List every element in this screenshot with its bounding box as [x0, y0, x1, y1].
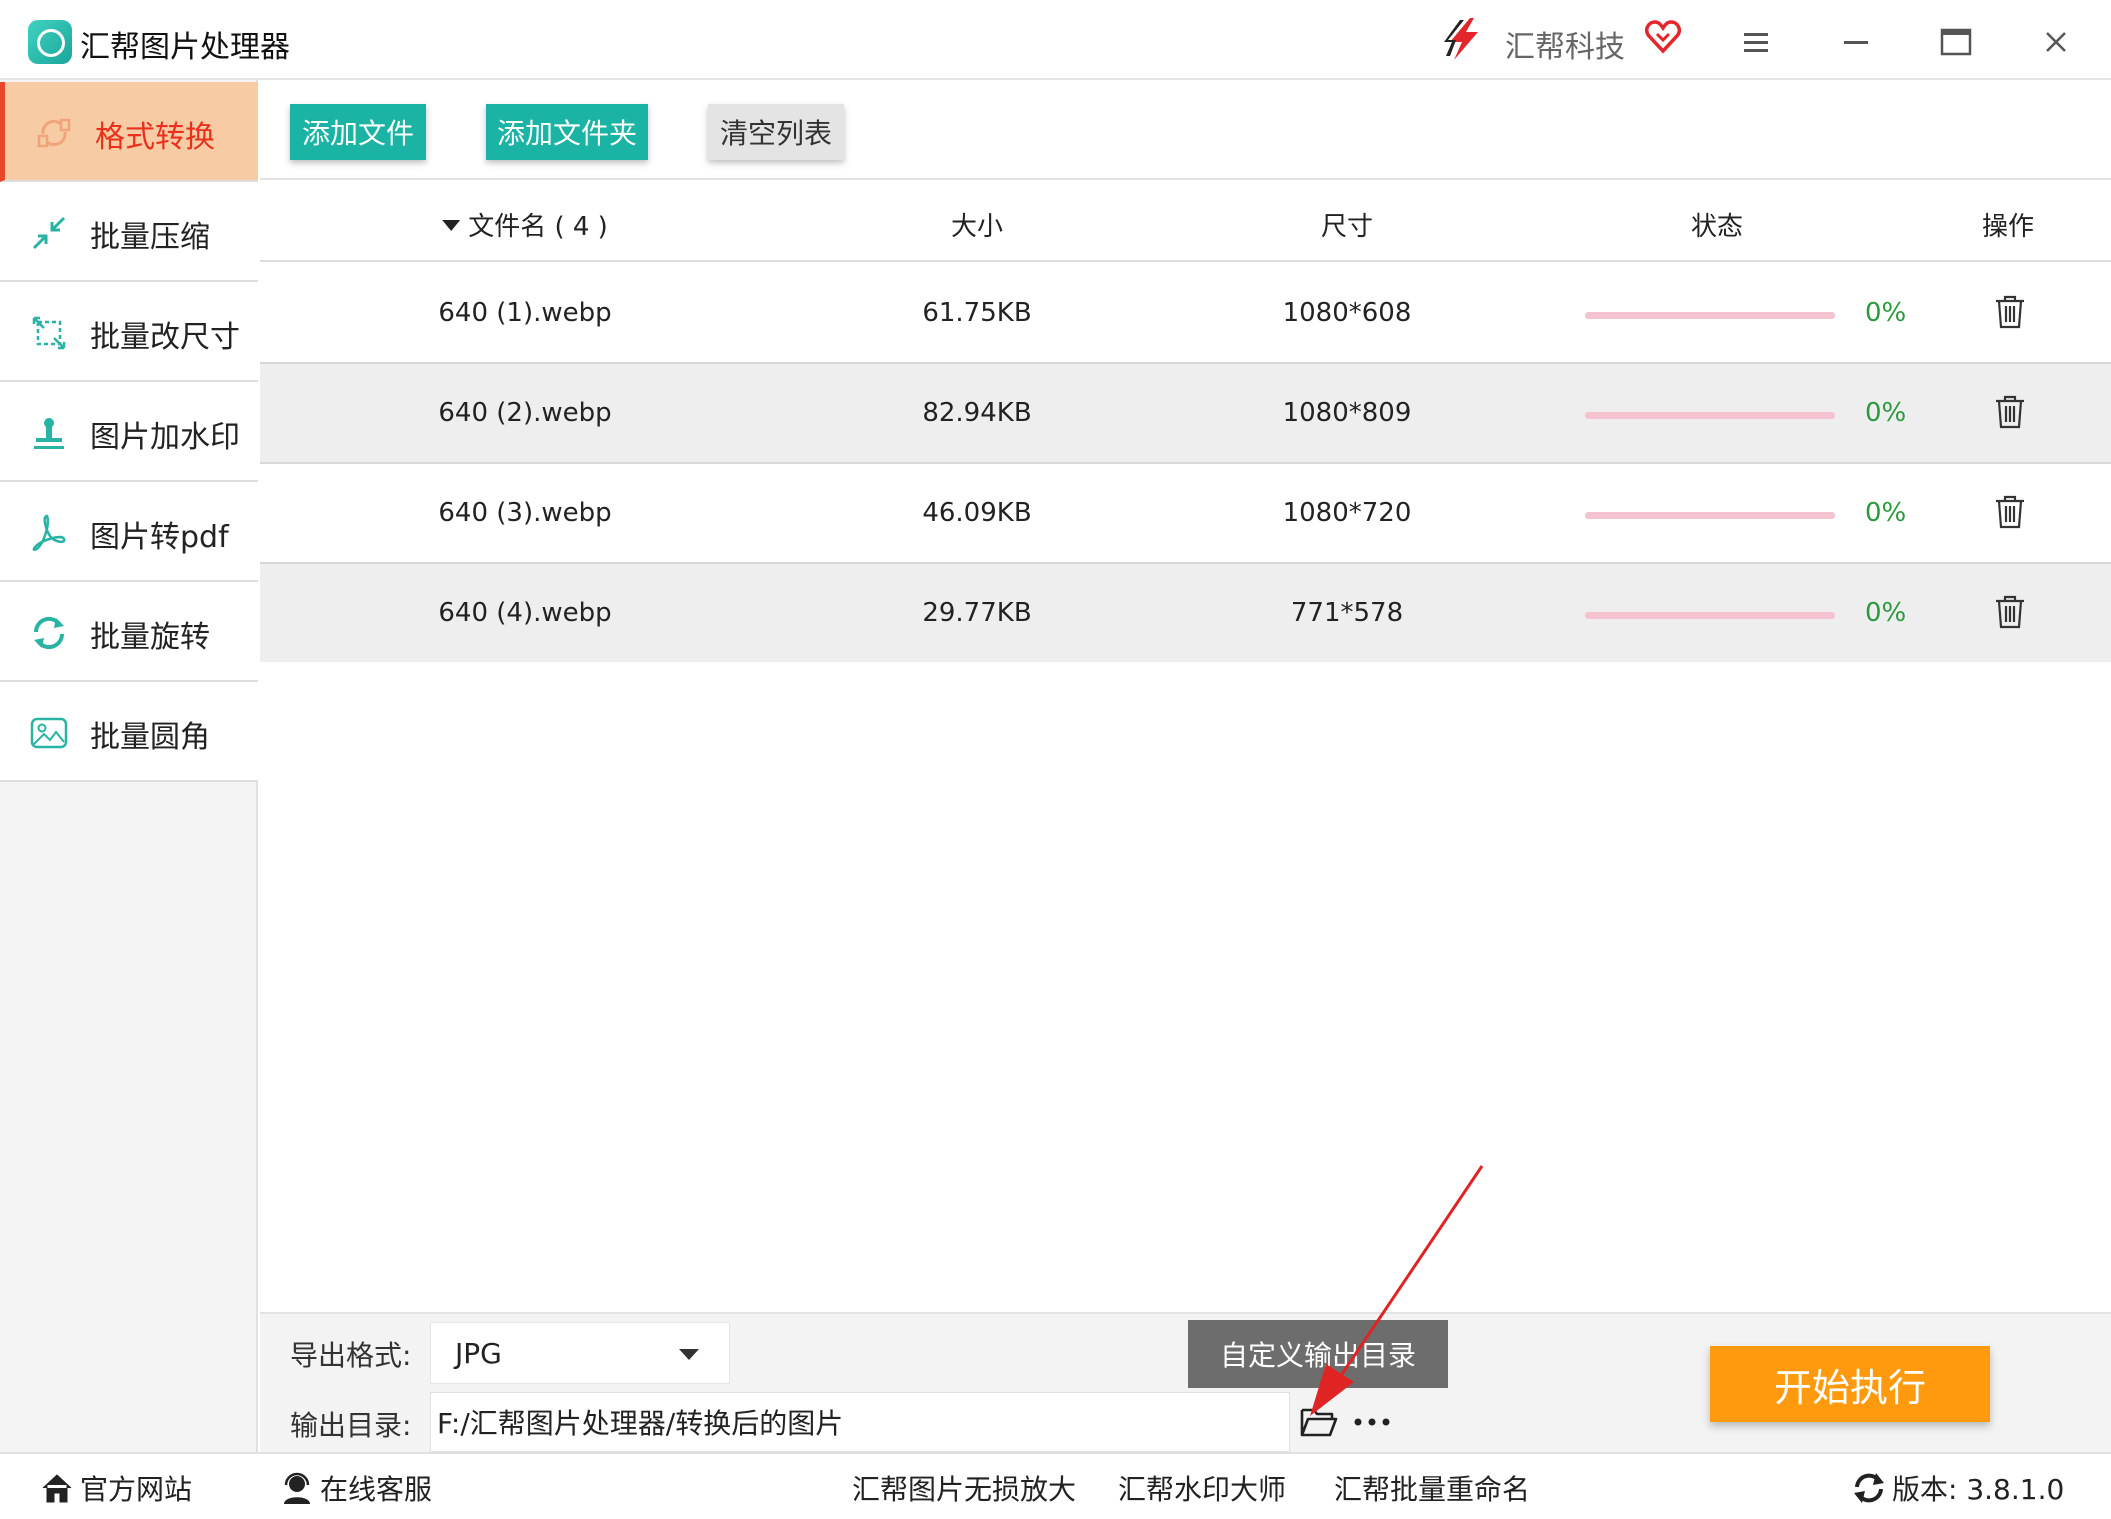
app-logo-icon: [28, 20, 72, 64]
file-dimensions: 1080*608: [1282, 298, 1412, 328]
sidebar-item-rounded-corner[interactable]: 批量圆角: [0, 682, 258, 782]
column-header-size: 大小: [950, 212, 1004, 242]
table-header: 文件名 ( 4 ) 大小 尺寸 状态 操作: [260, 182, 2111, 262]
progress-bar: [1585, 512, 1835, 519]
format-convert-icon: [37, 118, 71, 148]
support-agent-icon: [284, 1472, 310, 1504]
sidebar-item-label: 批量压缩: [90, 220, 210, 255]
sidebar-item-label: 图片加水印: [90, 420, 240, 455]
add-folder-button[interactable]: 添加文件夹: [486, 104, 648, 160]
link-watermark-master[interactable]: 汇帮水印大师: [1118, 1468, 1286, 1508]
sidebar-item-watermark[interactable]: 图片加水印: [0, 382, 258, 482]
resize-icon: [32, 316, 66, 350]
file-dimensions: 1080*720: [1282, 498, 1412, 528]
online-support-link[interactable]: 在线客服: [280, 1468, 432, 1508]
sort-down-icon: [442, 220, 461, 231]
more-icon[interactable]: [1352, 1414, 1392, 1430]
progress-bar: [1585, 312, 1835, 319]
compress-icon: [32, 216, 66, 250]
rounded-corner-icon: [30, 717, 68, 749]
file-dimensions: 771*578: [1290, 598, 1404, 628]
rotate-icon: [33, 616, 65, 650]
progress-percent: 0%: [1865, 398, 1907, 428]
official-website-link[interactable]: 官方网站: [40, 1468, 192, 1508]
output-settings: 导出格式: JPG 输出目录: 自定义输出目录 开始执行: [260, 1312, 2111, 1452]
start-button[interactable]: 开始执行: [1710, 1346, 1990, 1422]
column-header-dimensions: 尺寸: [1320, 212, 1374, 242]
minimize-icon[interactable]: [1834, 20, 1878, 64]
sidebar-item-compress[interactable]: 批量压缩: [0, 182, 258, 282]
sidebar-item-label: 批量圆角: [90, 720, 210, 755]
heart-icon[interactable]: [1645, 20, 1681, 54]
add-file-button[interactable]: 添加文件: [290, 104, 426, 160]
chevron-down-icon: [679, 1349, 699, 1360]
progress-percent: 0%: [1865, 598, 1907, 628]
table-row[interactable]: 640 (3).webp 46.09KB 1080*720 0%: [260, 464, 2111, 564]
sidebar-item-pdf[interactable]: 图片转pdf: [0, 482, 258, 582]
trash-icon[interactable]: [1993, 494, 2027, 530]
progress-percent: 0%: [1865, 298, 1907, 328]
trash-icon[interactable]: [1993, 294, 2027, 330]
format-select[interactable]: JPG: [430, 1322, 730, 1384]
file-size: 46.09KB: [922, 498, 1032, 528]
sidebar-item-label: 批量改尺寸: [90, 320, 240, 355]
maximize-icon[interactable]: [1934, 20, 1978, 64]
file-size: 29.77KB: [922, 598, 1032, 628]
file-size: 82.94KB: [922, 398, 1032, 428]
trash-icon[interactable]: [1993, 394, 2027, 430]
format-value: JPG: [455, 1337, 502, 1370]
column-header-name[interactable]: 文件名 ( 4 ): [442, 206, 608, 243]
format-label: 导出格式:: [290, 1339, 412, 1372]
file-name: 640 (1).webp: [438, 298, 612, 328]
brand-logo-icon: [1444, 18, 1478, 60]
app-title: 汇帮图片处理器: [80, 30, 290, 65]
file-size: 61.75KB: [922, 298, 1032, 328]
sidebar-item-format-convert[interactable]: 格式转换: [0, 82, 258, 182]
sidebar-item-label: 批量旋转: [90, 620, 210, 655]
brand-name: 汇帮科技: [1505, 30, 1625, 65]
column-header-action: 操作: [1981, 212, 2035, 242]
link-lossless-enlarge[interactable]: 汇帮图片无损放大: [852, 1468, 1076, 1508]
version-info[interactable]: 版本: 3.8.1.0: [1852, 1468, 2064, 1508]
home-icon: [42, 1474, 72, 1503]
output-dir-label: 输出目录:: [290, 1409, 412, 1442]
title-bar: 汇帮图片处理器 汇帮科技: [0, 0, 2111, 80]
refresh-icon: [1854, 1473, 1884, 1503]
toolbar: 添加文件 添加文件夹 清空列表: [260, 80, 2111, 180]
sidebar-item-label: 格式转换: [95, 120, 215, 155]
pdf-icon: [32, 514, 66, 551]
progress-bar: [1585, 412, 1835, 419]
watermark-icon: [34, 418, 64, 449]
table-row[interactable]: 640 (4).webp 29.77KB 771*578 0%: [260, 564, 2111, 664]
output-dir-input[interactable]: [430, 1392, 1290, 1452]
sidebar: 格式转换 批量压缩 批量改尺寸 图片加水印 图片转pdf 批量旋转 批量圆角: [0, 80, 258, 1452]
file-name: 640 (2).webp: [438, 398, 612, 428]
sidebar-item-rotate[interactable]: 批量旋转: [0, 582, 258, 682]
file-name: 640 (4).webp: [438, 598, 612, 628]
file-name: 640 (3).webp: [438, 498, 612, 528]
column-header-status: 状态: [1690, 212, 1744, 242]
table-row[interactable]: 640 (1).webp 61.75KB 1080*608 0%: [260, 264, 2111, 364]
table-row[interactable]: 640 (2).webp 82.94KB 1080*809 0%: [260, 364, 2111, 464]
sidebar-item-label: 图片转pdf: [90, 520, 229, 555]
footer: 官方网站 在线客服 汇帮图片无损放大 汇帮水印大师 汇帮批量重命名 版本: 3.…: [0, 1452, 2111, 1519]
menu-icon[interactable]: [1734, 20, 1778, 64]
tooltip-custom-output-dir: 自定义输出目录: [1188, 1320, 1448, 1388]
link-batch-rename[interactable]: 汇帮批量重命名: [1334, 1468, 1530, 1508]
progress-bar: [1585, 612, 1835, 619]
sidebar-item-resize[interactable]: 批量改尺寸: [0, 282, 258, 382]
folder-open-icon[interactable]: [1300, 1406, 1338, 1438]
progress-percent: 0%: [1865, 498, 1907, 528]
file-dimensions: 1080*809: [1282, 398, 1412, 428]
trash-icon[interactable]: [1993, 594, 2027, 630]
clear-list-button[interactable]: 清空列表: [708, 104, 844, 160]
close-icon[interactable]: [2034, 20, 2078, 64]
file-list-empty-area: [260, 662, 2111, 1312]
